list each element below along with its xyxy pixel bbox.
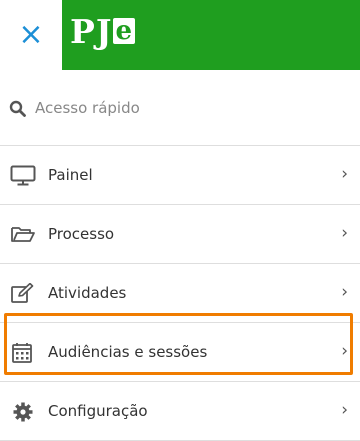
calendar-icon [12, 343, 32, 363]
menu-item-configuracao[interactable]: Configuração › [0, 382, 360, 441]
edit-icon [11, 283, 34, 303]
menu-item-label: Audiências e sessões [48, 343, 208, 361]
menu-item-label: Atividades [48, 284, 127, 302]
monitor-icon [10, 165, 36, 186]
quick-access-search[interactable]: Acesso rápido [0, 70, 360, 146]
chevron-right-icon: › [341, 400, 348, 420]
menu-item-label: Painel [48, 166, 93, 184]
pje-logo: PJ e [70, 12, 135, 51]
menu-item-audiencias-e-sessoes[interactable]: Audiências e sessões › [0, 323, 360, 382]
chevron-right-icon: › [341, 164, 348, 184]
chevron-right-icon: › [341, 341, 348, 361]
chevron-right-icon: › [341, 223, 348, 243]
close-menu-button[interactable]: × [0, 0, 62, 70]
menu-item-processo[interactable]: Processo › [0, 205, 360, 264]
close-icon: × [18, 17, 44, 52]
search-input[interactable]: Acesso rápido [35, 98, 140, 118]
search-icon [9, 100, 26, 117]
chevron-right-icon: › [341, 282, 348, 302]
menu-item-label: Configuração [48, 402, 148, 420]
app-header: × PJ e [0, 0, 360, 70]
menu-item-painel[interactable]: Painel › [0, 146, 360, 205]
menu-item-label: Processo [48, 225, 115, 243]
menu-item-atividades[interactable]: Atividades › [0, 264, 360, 323]
folder-icon [11, 227, 35, 242]
